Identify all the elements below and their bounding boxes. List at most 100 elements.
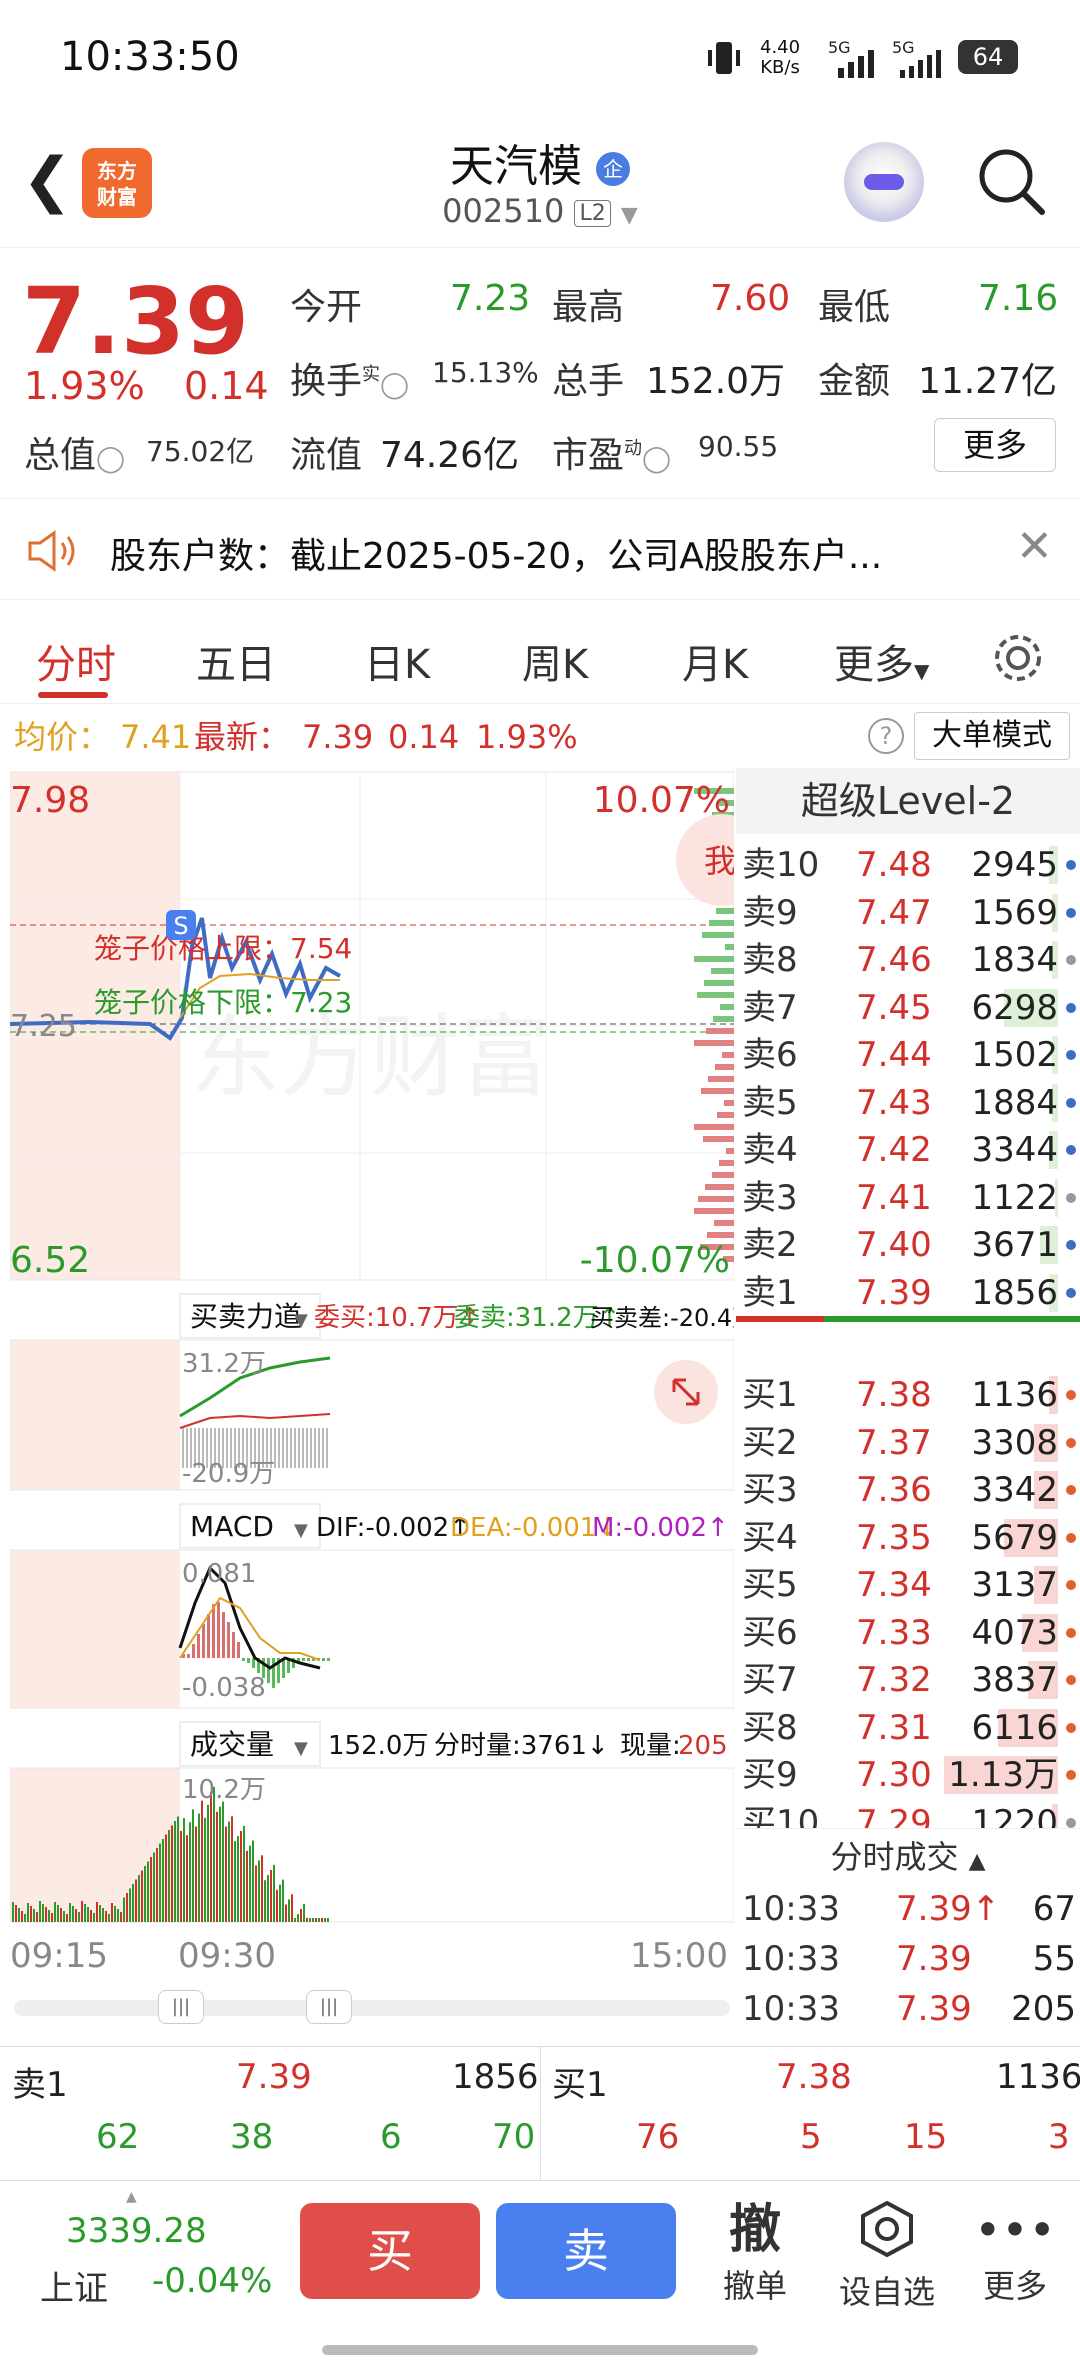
- level-dot-icon: [1066, 1050, 1076, 1060]
- level-label: 买3: [742, 1470, 798, 1510]
- level-label: 买2: [742, 1422, 798, 1463]
- ask-row[interactable]: 卖1 7.39 1856: [736, 1270, 1080, 1316]
- ask-row[interactable]: 卖3 7.41 1122: [736, 1175, 1080, 1221]
- bid-row[interactable]: 买3 7.36 3342: [736, 1467, 1080, 1513]
- volume-bar: [198, 1813, 200, 1922]
- tab-five-day[interactable]: 五日: [196, 632, 276, 690]
- depth-bar: [694, 1208, 734, 1214]
- ask-row[interactable]: 卖5 7.43 1884: [736, 1080, 1080, 1126]
- quote-panel: 7.39 1.93% 0.14 今开 7.23 最高 7.60 最低 7.16 …: [0, 248, 1080, 496]
- cancel-order-button[interactable]: 撤 撤单: [700, 2199, 810, 2307]
- level-label: 买5: [742, 1565, 798, 1605]
- ask-row[interactable]: 卖4 7.42 3344: [736, 1127, 1080, 1173]
- macd-bar: [237, 1642, 240, 1658]
- depth-bar: [698, 1196, 734, 1202]
- quote-more-button[interactable]: 更多: [934, 418, 1056, 472]
- bid-row[interactable]: 买2 7.37 3308: [736, 1420, 1080, 1466]
- bt-left-v1: 62: [96, 2117, 140, 2157]
- volume-bar: [183, 1818, 185, 1922]
- range-handle-left[interactable]: |||: [158, 1990, 204, 2024]
- bid-row[interactable]: 买4 7.35 5679: [736, 1515, 1080, 1561]
- ask-row[interactable]: 卖8 7.46 1834: [736, 937, 1080, 983]
- order-book-title[interactable]: 超级Level-2: [736, 768, 1080, 834]
- tab-weekly-k[interactable]: 周K: [522, 632, 588, 690]
- bid-row[interactable]: 买8 7.31 6116: [736, 1705, 1080, 1751]
- level-dot-icon: [1066, 1002, 1076, 1013]
- volume-bar: [213, 1786, 215, 1922]
- depth-bar: [717, 1112, 734, 1118]
- force-bar: [282, 1428, 284, 1468]
- chevron-up-icon[interactable]: ▲: [126, 2189, 137, 2205]
- level-volume: 5679: [971, 1517, 1058, 1558]
- level-price: 7.38: [856, 1375, 932, 1415]
- macd-bar: [192, 1644, 195, 1658]
- ai-assistant-avatar[interactable]: [844, 142, 924, 222]
- buy-button[interactable]: 买: [300, 2203, 480, 2299]
- big-order-mode-button[interactable]: 大单模式: [914, 712, 1070, 760]
- more-button[interactable]: ••• 更多: [960, 2199, 1070, 2307]
- ask-row[interactable]: 卖9 7.47 1569: [736, 890, 1080, 936]
- macd-bar: [322, 1658, 325, 1661]
- bid-row[interactable]: 买6 7.33 4073: [736, 1610, 1080, 1656]
- bid-row[interactable]: 买5 7.34 3137: [736, 1562, 1080, 1608]
- volume-bar: [51, 1913, 53, 1922]
- force-bar: [326, 1428, 328, 1468]
- macd-bottom-label: -0.038: [182, 1673, 266, 1703]
- macd-bar: [327, 1658, 330, 1661]
- prev-close-label: 7.25: [10, 1009, 77, 1044]
- sell-button[interactable]: 卖: [496, 2203, 676, 2299]
- ask-row[interactable]: 卖10 7.48 2945: [736, 842, 1080, 888]
- force-bar: [278, 1428, 280, 1468]
- volume-bar: [99, 1905, 101, 1922]
- gear-icon[interactable]: [990, 630, 1046, 686]
- bt-right-vol: 1136: [996, 2057, 1080, 2097]
- volume-bar: [324, 1918, 326, 1922]
- force-top-label: 31.2万: [182, 1349, 266, 1379]
- bid-row[interactable]: 买1 7.38 1136: [736, 1372, 1080, 1418]
- depth-bar: [703, 1136, 734, 1142]
- depth-bar: [709, 920, 734, 926]
- level-label: 买1: [742, 1375, 798, 1415]
- ask-row[interactable]: 卖2 7.40 3671: [736, 1222, 1080, 1268]
- trades-header[interactable]: 分时成交 ▲: [736, 1828, 1080, 1884]
- amount-label: 金额: [818, 361, 891, 402]
- bid-row[interactable]: 买9 7.30 1.13万: [736, 1752, 1080, 1798]
- volume-bar: [282, 1879, 284, 1922]
- status-bar: 10:33:50 4.40 KB/s 5G 5G 64: [0, 0, 1080, 120]
- level-dot-icon: [1066, 1770, 1076, 1780]
- tab-daily-k[interactable]: 日K: [364, 632, 430, 690]
- time-end-label: 15:00: [630, 1936, 728, 1976]
- ask-row[interactable]: 卖7 7.45 6298: [736, 985, 1080, 1031]
- level-volume: 1.13万: [948, 1755, 1058, 1795]
- search-icon[interactable]: [976, 146, 1046, 216]
- volume-bar: [147, 1861, 149, 1922]
- level-label: 卖5: [742, 1082, 798, 1123]
- level-dot-icon: [1066, 1817, 1076, 1828]
- volume-bar: [300, 1909, 302, 1922]
- help-icon[interactable]: ?: [868, 718, 904, 754]
- latest-change: 0.14: [388, 718, 460, 756]
- index-name[interactable]: 上证: [40, 2261, 108, 2310]
- close-icon[interactable]: ✕: [1016, 521, 1053, 572]
- index-percent[interactable]: -0.04%: [152, 2261, 272, 2301]
- chevron-up-icon: ▲: [968, 1849, 986, 1874]
- level-volume: 2945: [971, 845, 1058, 885]
- intraday-chart[interactable]: 东方财富 7.98 6.52 10.07% -10.07% 7.25 笼子价格上…: [9, 768, 776, 1976]
- volume-bar: [135, 1879, 137, 1922]
- range-handle-right[interactable]: |||: [306, 1990, 352, 2024]
- time-mid-label: 09:30: [178, 1936, 276, 1976]
- tab-monthly-k[interactable]: 月K: [682, 632, 748, 690]
- tab-intraday[interactable]: 分时: [36, 632, 116, 690]
- volume-bar: [93, 1913, 95, 1922]
- bid-row[interactable]: 买7 7.32 3837: [736, 1657, 1080, 1703]
- add-watchlist-button[interactable]: 设自选: [822, 2199, 952, 2313]
- ask-row[interactable]: 卖6 7.44 1502: [736, 1032, 1080, 1078]
- depth-bar: [694, 1040, 734, 1046]
- tab-more[interactable]: 更多▼: [834, 632, 929, 690]
- volume-bar: [291, 1894, 293, 1922]
- volume-bar: [63, 1911, 65, 1922]
- volume-bar: [234, 1841, 236, 1922]
- notice-bar[interactable]: 股东户数：截止2025-05-20，公司A股股东户... ✕: [0, 498, 1080, 600]
- index-value[interactable]: 3339.28: [66, 2211, 207, 2251]
- bottom-action-bar: ▲ 3339.28 上证 -0.04% 买 卖 撤 撤单 设自选 ••• 更多: [0, 2180, 1080, 2376]
